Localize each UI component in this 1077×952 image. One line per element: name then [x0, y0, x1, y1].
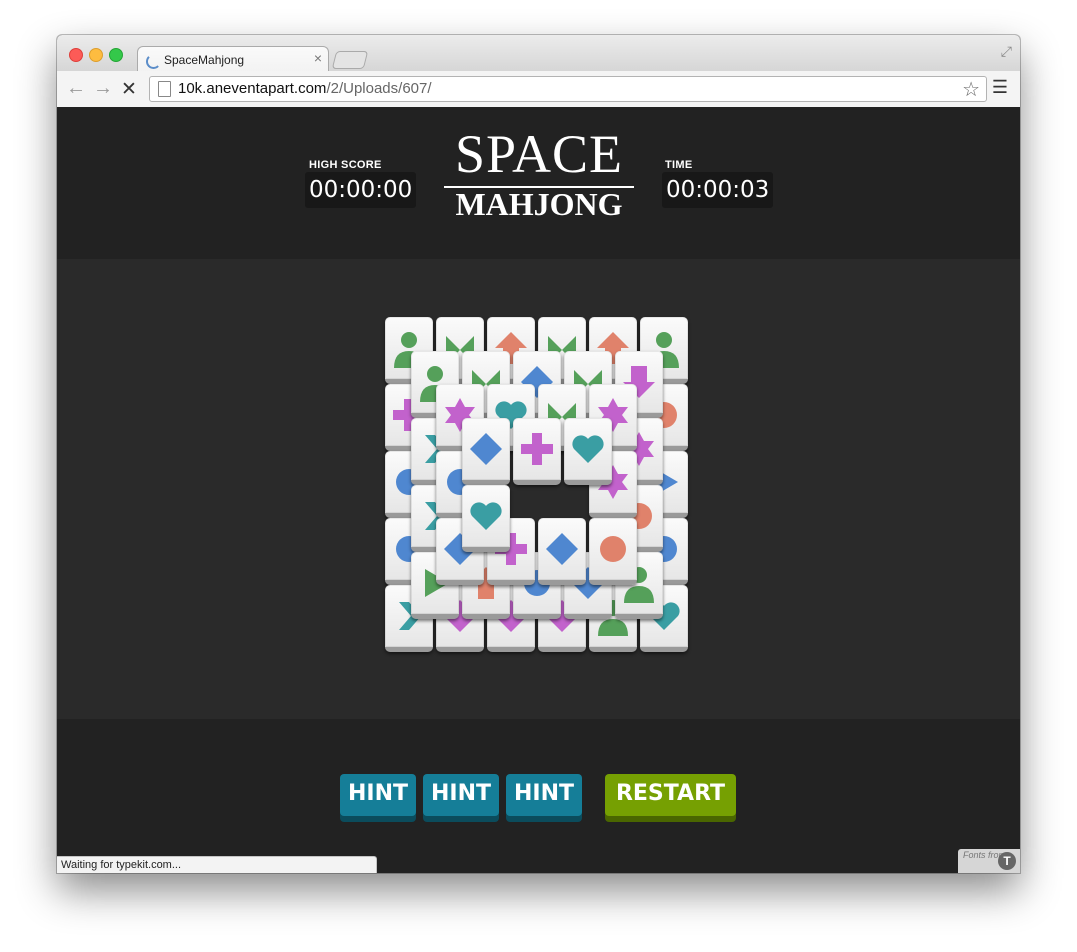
typekit-badge[interactable]: Fonts from T — [958, 849, 1020, 873]
hint-button-1[interactable]: HINT — [340, 774, 416, 816]
logo-mahjong: MAHJONG — [455, 186, 623, 222]
url-path: /2/Uploads/607/ — [326, 80, 432, 97]
back-arrow-icon[interactable]: ← — [66, 77, 86, 100]
game-page: HIGH SCORE 00:00:00 SPACE MAHJONG TIME 0… — [57, 107, 1020, 873]
restart-button[interactable]: RESTART — [605, 774, 736, 816]
mahjong-tile-heart[interactable] — [461, 484, 510, 552]
url-host: 10k.aneventapart.com — [178, 80, 327, 97]
new-tab-button[interactable] — [331, 51, 369, 69]
typekit-logo-icon: T — [998, 852, 1016, 870]
address-bar[interactable]: 10k.aneventapart.com/2/Uploads/607/ ☆ — [149, 76, 987, 102]
page-icon — [158, 81, 171, 97]
plus-icon — [520, 432, 553, 465]
mahjong-tile-diamond[interactable] — [461, 417, 510, 485]
title-bar: SpaceMahjong × ⤢ — [57, 35, 1020, 73]
hint-button-2[interactable]: HINT — [423, 774, 499, 816]
time-value: 00:00:03 — [662, 172, 774, 208]
tab-close-icon[interactable]: × — [314, 50, 322, 66]
hint-button-3[interactable]: HINT — [506, 774, 582, 816]
diamond-icon — [546, 533, 578, 565]
mahjong-tile-heart[interactable] — [563, 417, 612, 485]
menu-icon[interactable]: ☰ — [992, 77, 1008, 98]
browser-window: SpaceMahjong × ⤢ ← → ✕ 10k.aneventapart.… — [57, 35, 1020, 873]
tab-title: SpaceMahjong — [164, 53, 245, 67]
browser-toolbar: ← → ✕ 10k.aneventapart.com/2/Uploads/607… — [57, 71, 1020, 108]
loading-spinner-icon — [146, 54, 161, 69]
mahjong-board — [57, 259, 1020, 719]
mahjong-tile-plus[interactable] — [512, 417, 561, 485]
heart-icon — [571, 434, 604, 463]
game-header: HIGH SCORE 00:00:00 SPACE MAHJONG TIME 0… — [57, 107, 1020, 259]
logo-space: SPACE — [454, 124, 624, 184]
bookmark-star-icon[interactable]: ☆ — [962, 77, 980, 102]
time-label: TIME — [665, 159, 693, 171]
status-bar: Waiting for typekit.com... — [57, 856, 377, 873]
forward-arrow-icon[interactable]: → — [93, 77, 113, 100]
fullscreen-icon[interactable]: ⤢ — [1001, 43, 1012, 60]
circle-icon — [600, 536, 626, 562]
diamond-icon — [469, 432, 502, 465]
minimize-window-button[interactable] — [89, 48, 103, 62]
close-window-button[interactable] — [69, 48, 83, 62]
mahjong-tile-diamond[interactable] — [538, 518, 586, 585]
browser-tab[interactable]: SpaceMahjong × — [137, 46, 329, 73]
high-score-value: 00:00:00 — [305, 172, 417, 208]
heart-icon — [469, 501, 502, 530]
game-footer: HINT HINT HINT RESTART — [57, 719, 1020, 873]
zoom-window-button[interactable] — [109, 48, 123, 62]
board-area — [57, 259, 1020, 719]
mahjong-tile-circle[interactable] — [589, 518, 637, 585]
stop-loading-icon[interactable]: ✕ — [121, 78, 137, 101]
high-score-label: HIGH SCORE — [309, 159, 382, 171]
url-text: 10k.aneventapart.com/2/Uploads/607/ — [178, 80, 432, 97]
